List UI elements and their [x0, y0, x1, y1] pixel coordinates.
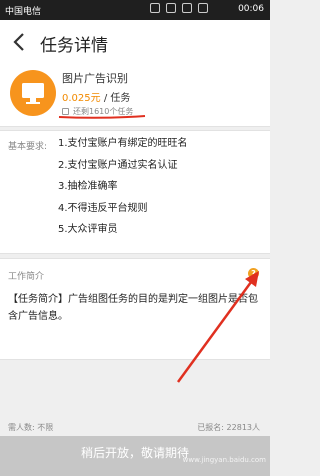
carrier-name: 中国电信	[5, 7, 42, 17]
battery-icon	[198, 3, 208, 13]
requirements-list: 1.支付宝账户有绑定的旺旺名 2.支付宝账户通过实名认证 3.抽检准确率 4.不…	[58, 137, 188, 245]
clock: 00:06	[238, 4, 264, 14]
task-price: 0.025元 / 任务	[62, 89, 130, 104]
intro-section: 工作简介 ? 【任务简介】广告组图任务的目的是判定一组图片是否包含广告信息。	[0, 258, 270, 360]
intro-label: 工作简介	[8, 272, 45, 282]
list-item: 1.支付宝账户有绑定的旺旺名	[58, 138, 188, 149]
status-icons	[150, 3, 208, 13]
price-amount: 0.025元	[62, 93, 101, 104]
bottom-stats: 需人数: 不限 已报名: 22813人	[0, 420, 270, 434]
requirements-section: 基本要求: 1.支付宝账户有绑定的旺旺名 2.支付宝账户通过实名认证 3.抽检准…	[0, 130, 270, 254]
list-item: 4.不得违反平台规则	[58, 202, 148, 214]
list-item: 3.抽检准确率	[58, 181, 118, 192]
requirements-label: 基本要求:	[8, 142, 48, 152]
price-unit: / 任务	[100, 93, 131, 104]
watermark: www.jingyan.baidu.com	[182, 456, 266, 464]
task-name: 图片广告识别	[62, 72, 128, 85]
monitor-icon	[10, 70, 56, 116]
status-bar: 中国电信 00:06	[0, 0, 270, 20]
page-title: 任务详情	[40, 36, 108, 56]
back-arrow-icon[interactable]	[10, 28, 30, 56]
list-item: 2.支付宝账户通过实名认证	[58, 159, 178, 171]
alarm-icon	[166, 3, 176, 13]
wifi-icon	[150, 3, 160, 13]
signed-up-count: 已报名: 22813人	[197, 423, 260, 432]
red-underline-annotation	[58, 115, 146, 119]
task-card: 图片广告识别 0.025元 / 任务 还剩1610个任务	[0, 64, 270, 127]
header: 任务详情	[0, 20, 270, 65]
list-item: 5.大众评审员	[58, 224, 118, 235]
signal-icon	[182, 3, 192, 13]
question-icon[interactable]: ?	[248, 268, 259, 279]
required-count: 需人数: 不限	[8, 423, 54, 432]
intro-text: 【任务简介】广告组图任务的目的是判定一组图片是否包含广告信息。	[8, 294, 258, 322]
